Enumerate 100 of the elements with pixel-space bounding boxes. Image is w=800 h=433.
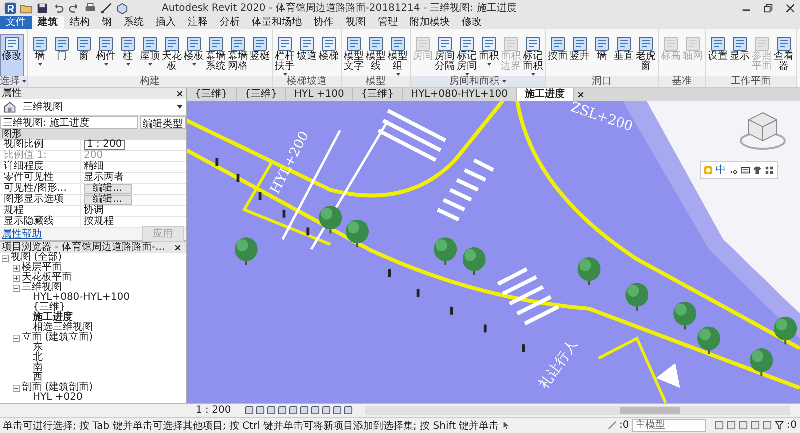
expand-toggle-icon[interactable] — [2, 254, 9, 262]
expand-toggle-icon[interactable] — [13, 284, 20, 292]
ribbon-tool-button[interactable]: 墙 — [591, 35, 613, 76]
close-icon[interactable] — [174, 244, 182, 252]
ribbon-tab[interactable]: 视图 — [340, 16, 372, 29]
ribbon-tab[interactable]: 附加模块 — [404, 16, 456, 29]
expand-toggle-icon[interactable] — [13, 334, 20, 342]
ribbon-tool-button[interactable]: 楼梯 — [318, 35, 340, 76]
ribbon-tool-button[interactable]: 标记房间 — [456, 35, 478, 76]
ribbon-tool-button[interactable]: 柱 — [117, 35, 139, 76]
ribbon-tab[interactable]: 修改 — [456, 16, 488, 29]
ribbon-tool-button[interactable]: 竖梃 — [249, 35, 271, 76]
ribbon-tab[interactable]: 体量和场地 — [246, 16, 308, 29]
ribbon-tool-button[interactable]: 窗 — [73, 35, 95, 76]
ribbon-tool-button[interactable]: 模型文字 — [343, 35, 365, 76]
close-icon[interactable] — [785, 2, 796, 14]
tree-item[interactable]: HYL+080-HYL+100 — [33, 293, 130, 303]
restore-icon[interactable] — [763, 2, 774, 14]
tree-item[interactable]: 视图 (全部) — [11, 253, 62, 263]
ribbon-tab[interactable]: 插入 — [150, 16, 182, 29]
ribbon-tab[interactable]: 结构 — [64, 16, 96, 29]
tree-item[interactable]: 东 — [33, 343, 43, 353]
tree-item[interactable]: 剖面 (建筑剖面) — [22, 383, 93, 393]
view-tab[interactable]: 施工进度 — [517, 88, 574, 101]
ribbon-tool-button[interactable]: 竖井 — [569, 35, 591, 76]
ribbon-tab[interactable]: 系统 — [118, 16, 150, 29]
save-icon[interactable] — [36, 2, 49, 14]
ribbon-tool-button[interactable]: 屋顶 — [139, 35, 161, 76]
ribbon-tab[interactable]: 分析 — [214, 16, 246, 29]
expand-toggle-icon[interactable] — [13, 274, 20, 282]
tree-item[interactable]: 施工进度 — [33, 313, 73, 323]
ribbon-tool-button[interactable]: 墙 — [29, 35, 51, 76]
ribbon-tab[interactable]: 注释 — [182, 16, 214, 29]
input-method-logo-icon[interactable] — [704, 166, 713, 174]
tool-icon — [321, 36, 337, 52]
ribbon-tool-button[interactable]: 房间分隔 — [434, 35, 456, 76]
close-icon[interactable] — [577, 90, 585, 98]
property-field[interactable]: 1 : 200 — [84, 140, 126, 150]
ribbon-tool-button[interactable]: 老虎窗 — [635, 35, 657, 76]
tree-item[interactable]: 楼层平面 — [22, 263, 62, 273]
measure-icon[interactable] — [100, 2, 113, 14]
grid-icon[interactable] — [765, 166, 774, 174]
horizontal-scrollbar[interactable] — [365, 406, 790, 415]
tree-drawing — [434, 238, 458, 266]
properties-help-link[interactable]: 属性帮助 — [2, 227, 42, 241]
input-mode-label[interactable]: 中 — [716, 163, 726, 177]
ribbon-tool-button[interactable]: 幕墙系统 — [205, 35, 227, 76]
bollard — [416, 289, 420, 298]
ribbon-tool-button[interactable]: 模型线 — [365, 35, 387, 76]
ribbon-tool-button[interactable]: 查看器 — [773, 35, 795, 76]
ribbon-tool-button[interactable]: 幕墙网格 — [227, 35, 249, 76]
ribbon-tab[interactable]: 钢 — [96, 16, 118, 29]
tree-item[interactable]: 北 — [33, 353, 43, 363]
expand-toggle-icon[interactable] — [13, 384, 20, 392]
ribbon-tool-button[interactable]: 按面 — [547, 35, 569, 76]
ribbon-tool-button[interactable]: 坡道 — [296, 35, 318, 76]
edit-button[interactable]: 编辑... — [84, 195, 132, 205]
ribbon-tool-button[interactable]: 门 — [51, 35, 73, 76]
ribbon-tool-button[interactable]: 面积 — [478, 35, 500, 76]
ribbon-tab[interactable]: 管理 — [372, 16, 404, 29]
tree-item[interactable]: 南 — [33, 363, 43, 373]
ribbon-tool-button[interactable]: 修改 — [1, 35, 23, 76]
edit-button[interactable]: 编辑... — [84, 184, 132, 194]
tree-item[interactable]: {三维} — [33, 303, 66, 313]
tree-item[interactable]: 立面 (建筑立面) — [22, 333, 93, 343]
view-scale-label[interactable]: 1 : 200 — [196, 405, 232, 416]
panel-title: 属性 — [2, 88, 22, 99]
ribbon-tool-button[interactable]: 标记面积 — [522, 35, 544, 76]
ribbon-tool-button[interactable]: 栏杆扶手 — [274, 35, 296, 76]
filter-icon[interactable] — [775, 421, 784, 430]
ribbon-tab[interactable]: 建筑 — [32, 16, 64, 29]
ribbon-tool-button[interactable]: 显示 — [729, 35, 751, 76]
tree-item[interactable]: 相选三维视图 — [33, 323, 93, 333]
ribbon-tool-button[interactable]: 模型组 — [387, 35, 409, 76]
tree-item[interactable]: 西 — [33, 373, 43, 383]
close-icon[interactable] — [176, 90, 184, 98]
expand-toggle-icon[interactable] — [13, 264, 20, 272]
select-icon[interactable] — [502, 421, 512, 430]
tree-item[interactable]: HYL +020 — [33, 393, 83, 403]
keyboard-icon[interactable] — [741, 166, 750, 174]
ribbon-tool-button[interactable]: 天花板 — [161, 35, 183, 76]
model-dropdown[interactable]: 主模型 — [632, 419, 706, 432]
ribbon-tool-button[interactable]: 楼板 — [183, 35, 205, 76]
ribbon-tab[interactable]: 文件 — [0, 16, 32, 29]
shirt-icon[interactable] — [753, 166, 762, 174]
caret-icon[interactable] — [22, 80, 27, 83]
instance-dropdown[interactable]: 三维视图: 施工进度 — [0, 116, 138, 129]
ribbon-tool-button[interactable]: 设置 — [707, 35, 729, 76]
app-icon[interactable] — [4, 2, 17, 14]
ribbon-tool-button[interactable]: 构件 — [95, 35, 117, 76]
caret-icon[interactable] — [502, 80, 506, 83]
property-group-header[interactable]: 图形 — [0, 129, 186, 140]
tree-item[interactable]: 天花板平面 — [22, 273, 72, 283]
type-selector[interactable]: 三维视图 — [0, 99, 186, 116]
edit-type-button[interactable]: 编辑类型 — [140, 116, 186, 129]
ribbon-group-label: 楼梯坡道 — [287, 76, 327, 87]
tree-item[interactable]: 三维视图 — [22, 283, 62, 293]
ribbon-tool-button[interactable]: 垂直 — [613, 35, 635, 76]
print-icon[interactable] — [84, 2, 97, 14]
ribbon-tab[interactable]: 协作 — [308, 16, 340, 29]
